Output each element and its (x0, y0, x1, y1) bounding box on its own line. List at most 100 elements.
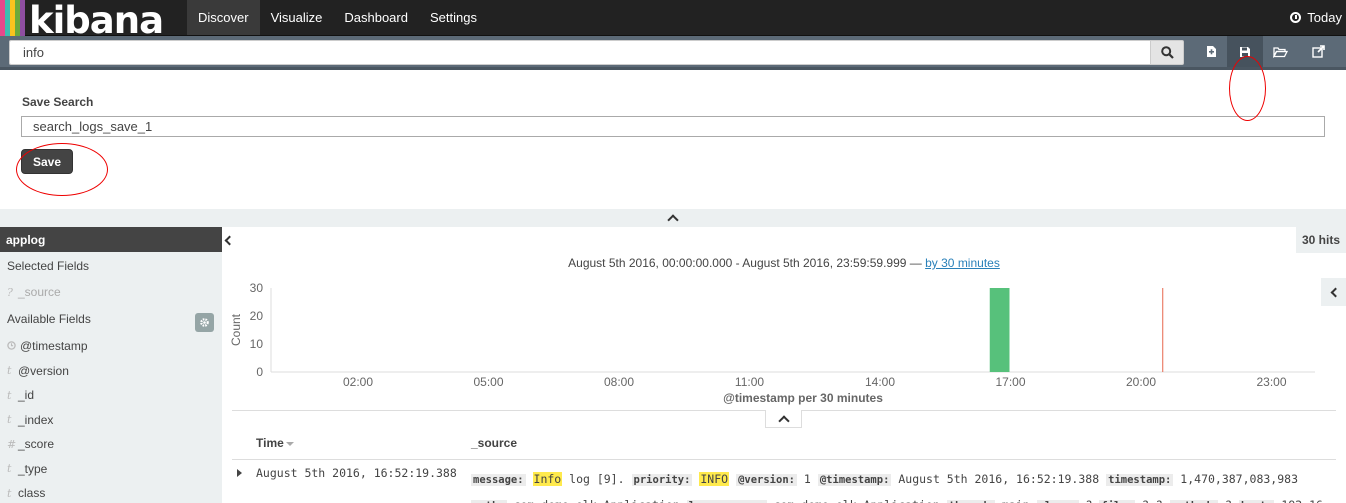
source-field: file: ?:? (1099, 498, 1163, 503)
source-line: message: Info log [9]. priority: INFO @ver… (471, 467, 1331, 493)
hits-count: 30 hits (1296, 227, 1346, 253)
save-search-button[interactable] (1227, 36, 1263, 67)
histogram-bar (989, 288, 1010, 372)
source-value: main (1002, 498, 1030, 503)
column-header-source: _source (471, 436, 518, 450)
timepicker-button[interactable]: Today (1290, 0, 1342, 35)
source-field: class: ? (1036, 498, 1092, 503)
save-button[interactable]: Save (21, 149, 73, 174)
field-type-icon: # (7, 437, 17, 451)
source-field: host: 192.16 (1238, 498, 1323, 503)
field-item[interactable]: t @version (7, 364, 69, 378)
y-axis-label: Count (229, 313, 243, 346)
source-value: 1 (803, 472, 811, 486)
share-icon (1311, 45, 1325, 58)
nav-tab-discover[interactable]: Discover (187, 0, 260, 35)
x-tick-label: 23:00 (1256, 375, 1286, 389)
field-item[interactable]: t _id (7, 388, 34, 402)
chart-collapse-button[interactable] (765, 410, 802, 428)
gear-icon (200, 318, 209, 327)
available-fields-heading: Available Fields (7, 312, 91, 326)
search-input[interactable] (9, 40, 1150, 65)
field-sidebar: applog Selected Fields ? _source Availabl… (0, 227, 222, 503)
search-icon (1160, 46, 1174, 59)
field-item[interactable]: ? _source (7, 285, 61, 299)
field-item[interactable]: t _type (7, 462, 47, 476)
y-tick-label: 20 (250, 309, 264, 323)
field-name: _index (18, 412, 54, 427)
source-value: 1,470,387,083,983 (1180, 472, 1298, 486)
date-field-icon (7, 339, 17, 353)
field-type-icon: t (7, 486, 12, 500)
x-tick-label: 02:00 (343, 375, 373, 389)
new-search-button[interactable] (1193, 36, 1229, 67)
source-key: timestamp: (1106, 474, 1174, 486)
field-type-icon: t (7, 413, 12, 426)
clock-icon (1290, 12, 1302, 23)
open-search-button[interactable] (1262, 36, 1298, 67)
row-time: August 5th 2016, 16:52:19.388 (256, 466, 457, 480)
source-value: 192.16 (1281, 498, 1323, 503)
field-name: @timestamp (20, 339, 88, 353)
interval-link[interactable]: by 30 minutes (925, 256, 1000, 270)
field-item[interactable]: t _index (7, 413, 53, 427)
x-tick-label: 17:00 (995, 375, 1025, 389)
source-value: com.demo.elk.Application (514, 498, 680, 503)
index-pattern-name[interactable]: applog (0, 227, 222, 252)
chevron-up-icon (667, 214, 679, 226)
source-value: ? (1085, 498, 1092, 503)
right-panel-toggle[interactable] (1321, 278, 1346, 306)
open-folder-icon (1272, 46, 1288, 58)
nav-tab-visualize[interactable]: Visualize (260, 0, 334, 35)
x-tick-label: 05:00 (473, 375, 503, 389)
source-field: @version: 1 (736, 472, 811, 486)
y-tick-label: 30 (250, 281, 264, 295)
chevron-left-icon (224, 235, 235, 245)
search-button[interactable] (1150, 40, 1184, 65)
source-key: @version: (736, 474, 797, 486)
logo-wordmark: kibana (29, 0, 164, 42)
nav-tab-dashboard[interactable]: Dashboard (333, 0, 419, 35)
column-header-time-label: Time (256, 436, 284, 450)
kibana-logo[interactable]: kibana (0, 0, 186, 42)
field-settings-button[interactable] (195, 313, 214, 332)
new-search-icon (1206, 46, 1216, 57)
config-collapse-bar[interactable] (0, 209, 1346, 227)
save-search-title: Save Search (22, 95, 94, 109)
source-field: priority: INFO (631, 472, 730, 486)
source-field: timestamp: 1,470,387,083,983 (1106, 472, 1298, 486)
search-bar (0, 36, 1346, 70)
main-nav: Discover Visualize Dashboard Settings (187, 0, 488, 35)
save-name-input[interactable] (21, 116, 1325, 137)
chevron-left-icon (1330, 287, 1340, 297)
y-tick-label: 10 (250, 337, 264, 351)
x-axis-label: @timestamp per 30 minutes (723, 391, 883, 405)
share-button[interactable] (1300, 36, 1336, 67)
source-key: priority: (631, 474, 693, 486)
source-value: ? (1225, 498, 1232, 503)
sort-caret-icon (285, 441, 294, 446)
source-value: ?:? (1142, 498, 1163, 503)
nav-tab-settings[interactable]: Settings (419, 0, 488, 35)
field-type-icon: t (7, 388, 12, 402)
save-icon (1240, 46, 1250, 57)
expand-row-icon[interactable] (237, 469, 242, 477)
source-value: com.demo.elk.Application (774, 498, 940, 503)
source-field: message: Info log [9]. (471, 472, 625, 486)
field-type-icon: ? (7, 285, 13, 299)
logo-stripe (20, 0, 25, 36)
y-tick-label: 0 (256, 365, 263, 379)
field-name: class (18, 486, 46, 500)
x-tick-label: 14:00 (865, 375, 895, 389)
field-item[interactable]: t class (7, 486, 45, 500)
field-item[interactable]: @timestamp (7, 339, 88, 353)
field-name: _id (18, 388, 35, 402)
time-range-summary: August 5th 2016, 00:00:00.000 - August 5… (232, 256, 1336, 270)
logo-stripes (0, 0, 25, 36)
source-value: August 5th 2016, 16:52:19.388 (898, 472, 1100, 486)
field-name: _score (18, 437, 55, 451)
field-item[interactable]: # _score (7, 437, 54, 451)
column-header-time[interactable]: Time (256, 436, 294, 450)
sidebar-collapse-button[interactable] (222, 227, 235, 253)
chevron-up-icon (777, 414, 790, 427)
